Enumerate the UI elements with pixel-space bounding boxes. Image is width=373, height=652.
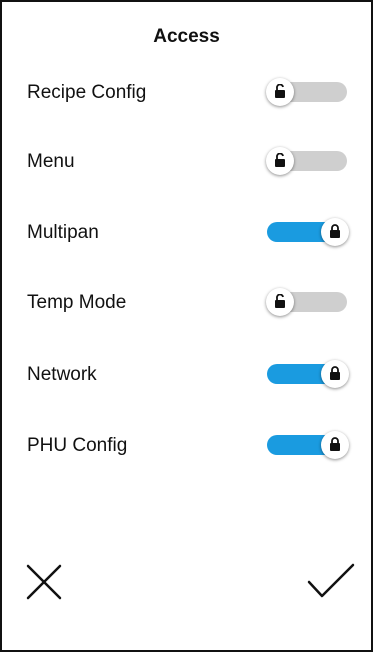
setting-row-menu: Menu [2,141,371,181]
toggle-knob [266,78,294,106]
setting-row-network: Network [2,354,371,394]
setting-label-network: Network [27,364,97,385]
access-panel: Access Recipe Config Menu Multipan Temp … [0,0,373,652]
toggle-knob [266,288,294,316]
unlocked-padlock-icon [275,153,285,167]
toggle-knob [266,147,294,175]
setting-label-recipe-config: Recipe Config [27,82,147,103]
setting-label-temp-mode: Temp Mode [27,292,127,313]
unlocked-padlock-icon [275,294,285,308]
setting-row-phu-config: PHU Config [2,425,371,465]
setting-row-temp-mode: Temp Mode [2,282,371,322]
page-title: Access [153,26,220,47]
checkmark-icon [307,563,355,598]
toggle-knob [321,360,349,388]
setting-label-menu: Menu [27,151,75,172]
toggle-menu[interactable] [266,147,347,175]
toggle-knob [321,218,349,246]
toggle-knob [321,431,349,459]
cancel-button[interactable] [24,562,64,602]
locked-padlock-icon [330,224,340,238]
setting-label-phu-config: PHU Config [27,435,128,456]
setting-row-multipan: Multipan [2,212,371,252]
toggle-recipe-config[interactable] [266,78,347,106]
confirm-button[interactable] [306,562,356,602]
toggle-network[interactable] [267,360,349,388]
toggle-multipan[interactable] [267,218,349,246]
locked-padlock-icon [330,366,340,380]
setting-label-multipan: Multipan [27,222,99,243]
toggle-temp-mode[interactable] [266,288,347,316]
locked-padlock-icon [330,437,340,451]
toggle-phu-config[interactable] [267,431,349,459]
unlocked-padlock-icon [275,84,285,98]
close-icon [26,564,62,600]
setting-row-recipe-config: Recipe Config [2,72,371,112]
